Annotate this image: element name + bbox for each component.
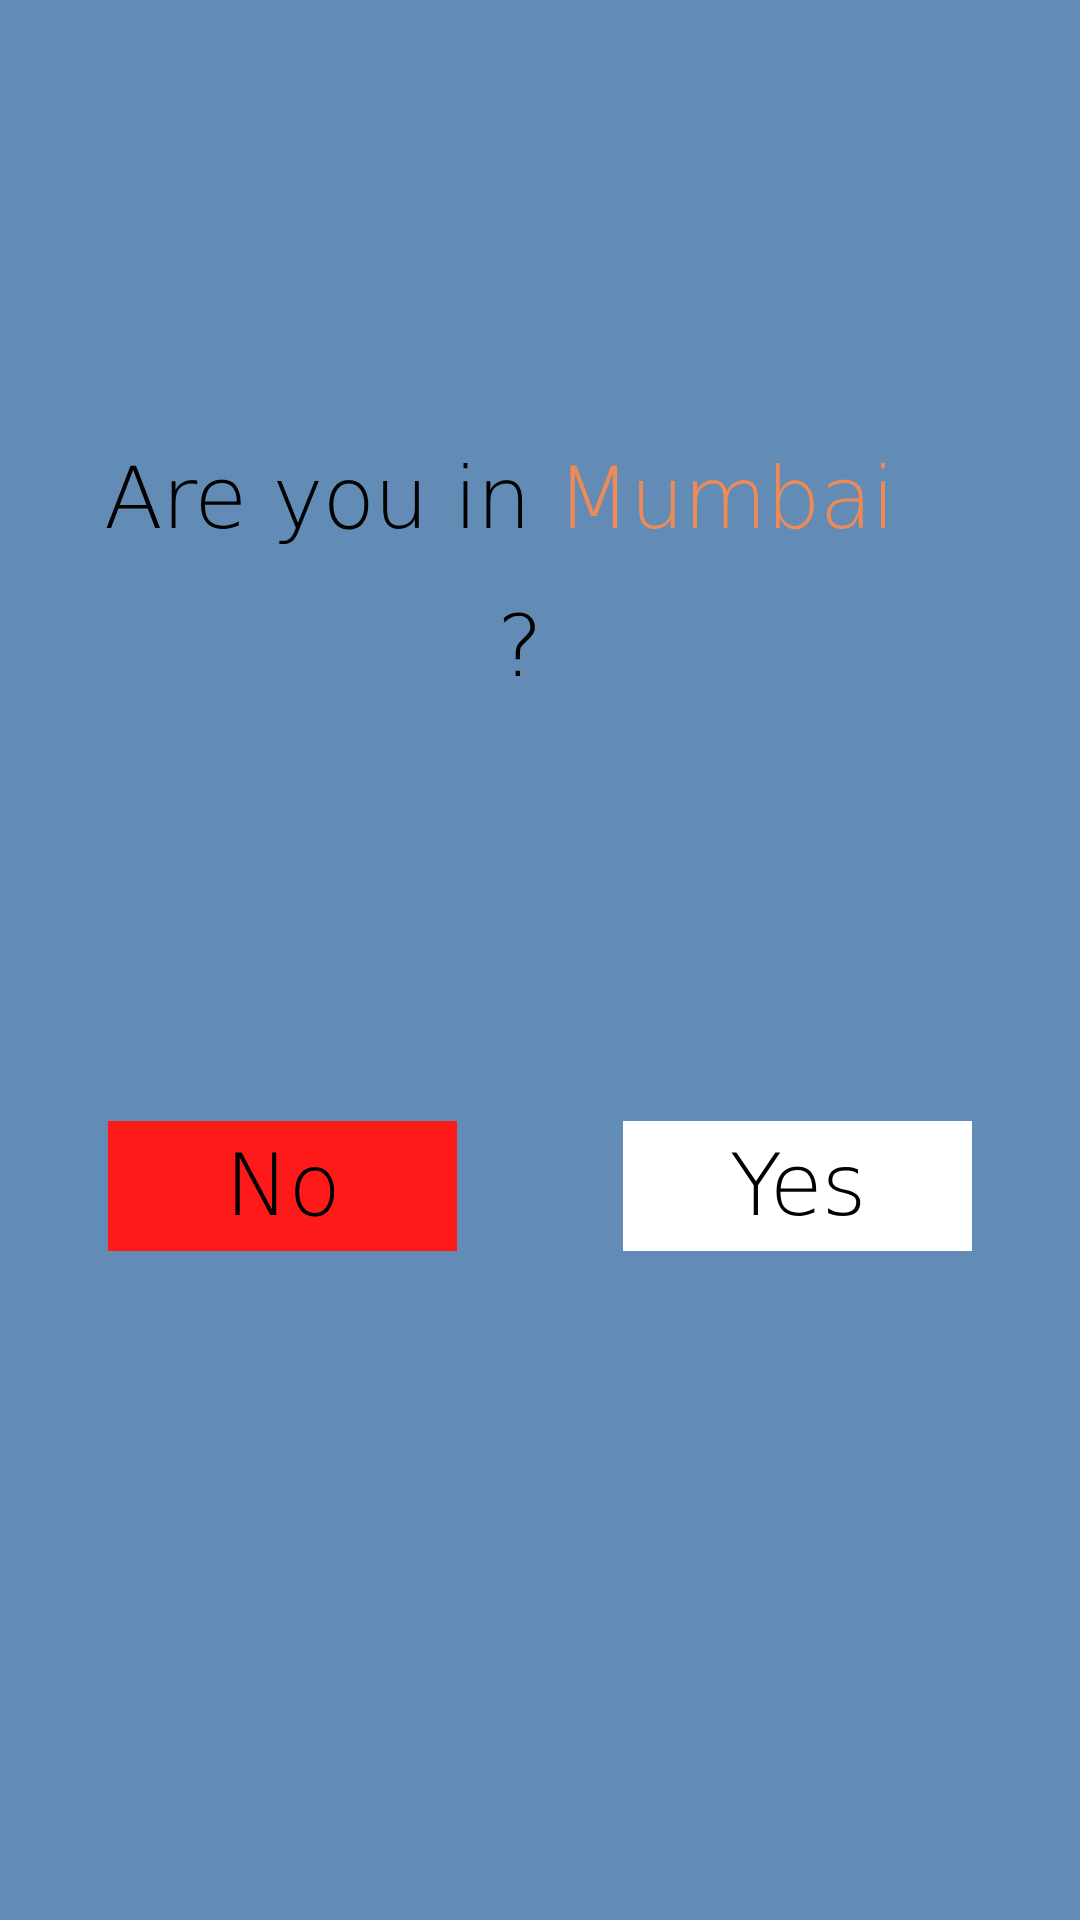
question-text: Are you in — [104, 449, 557, 549]
no-button-label: No — [225, 1136, 341, 1236]
yes-button-label: Yes — [729, 1136, 867, 1236]
location-confirm-screen: Are you in Mumbai ? No Yes — [0, 0, 1080, 1920]
location-question: Are you in Mumbai — [104, 452, 944, 547]
no-button[interactable]: No — [108, 1121, 457, 1251]
yes-button[interactable]: Yes — [623, 1121, 972, 1251]
question-mark: ? — [497, 597, 543, 697]
city-name: Mumbai — [556, 449, 896, 549]
